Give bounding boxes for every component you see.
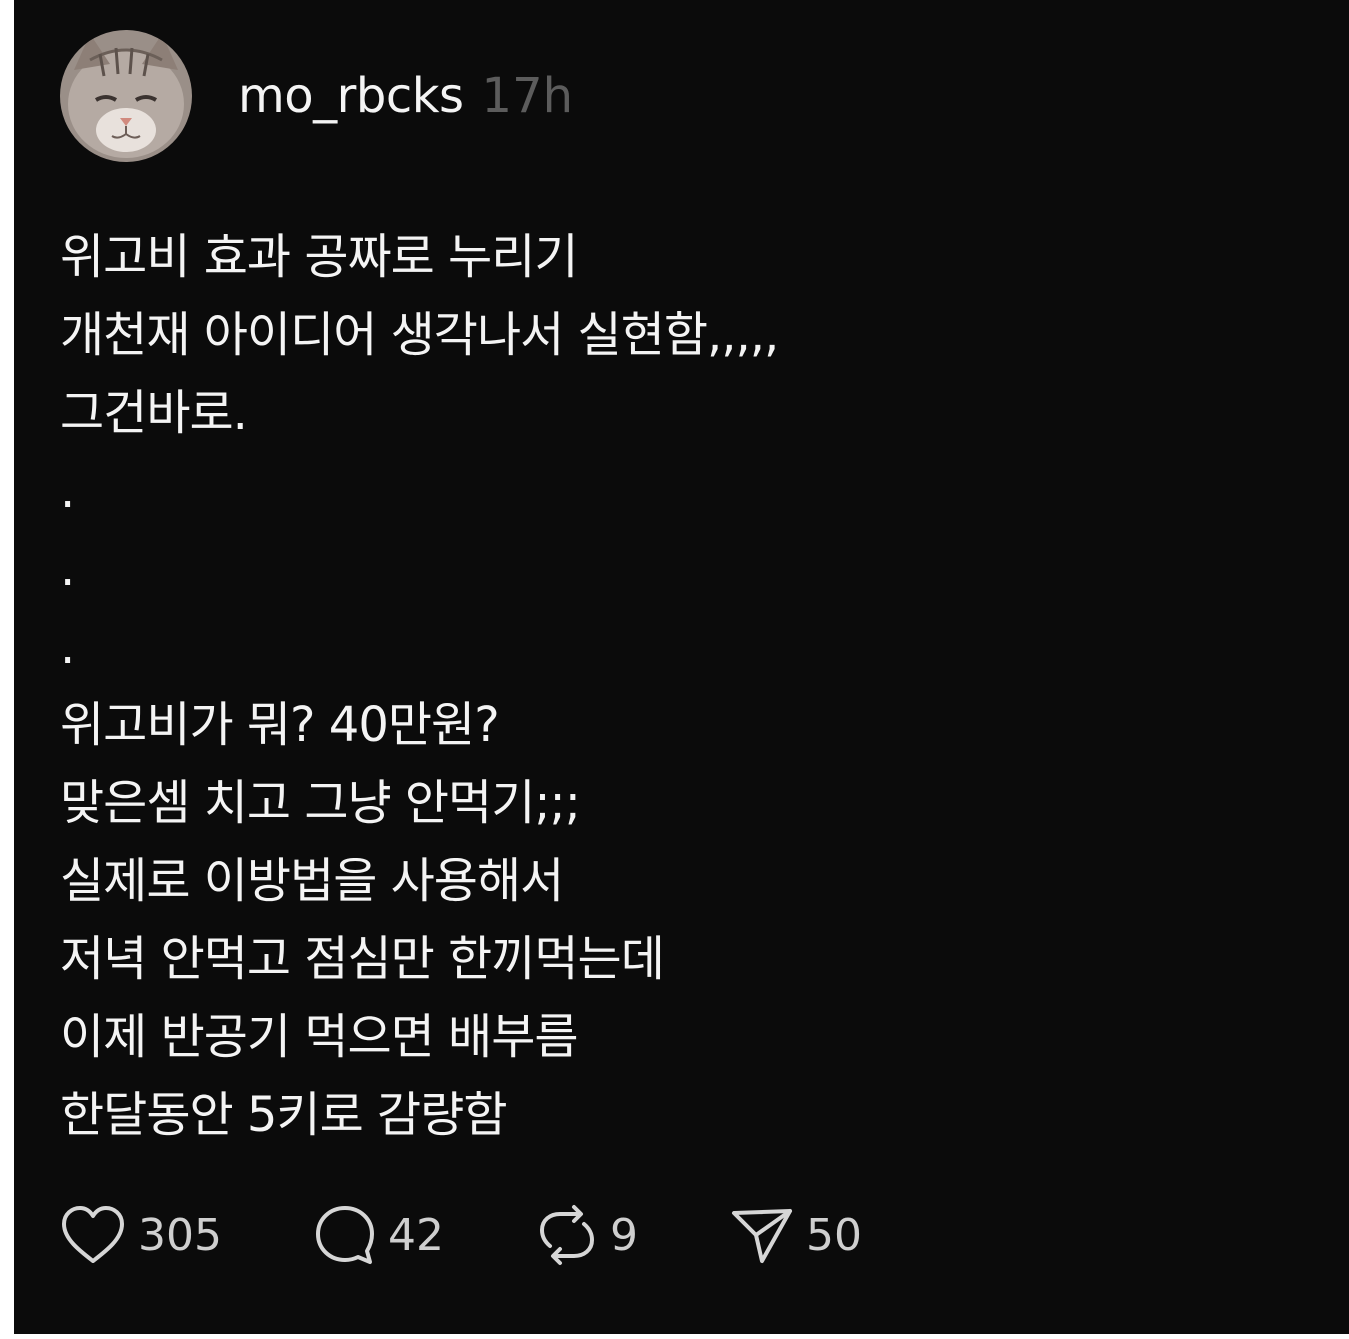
post-line: . bbox=[60, 463, 75, 519]
comment-bubble-icon bbox=[315, 1206, 374, 1264]
like-button[interactable]: 305 bbox=[60, 1205, 222, 1265]
repost-count: 9 bbox=[609, 1209, 638, 1261]
post-line: 위고비가 뭐? 40만원? bbox=[60, 697, 500, 753]
post-line: 맞은셈 치고 그냥 안먹기;;; bbox=[60, 775, 581, 831]
share-button[interactable]: 50 bbox=[730, 1205, 862, 1265]
repost-icon bbox=[539, 1205, 594, 1265]
post-line: 그건바로. bbox=[60, 385, 248, 441]
cat-avatar-image bbox=[60, 30, 192, 162]
repost-button[interactable]: 9 bbox=[536, 1204, 638, 1266]
post-line: 저녁 안먹고 점심만 한끼먹는데 bbox=[60, 931, 665, 987]
comment-count: 42 bbox=[387, 1209, 444, 1261]
share-count: 50 bbox=[805, 1209, 862, 1261]
username[interactable]: mo_rbcks bbox=[238, 68, 464, 124]
post-line: 위고비 효과 공짜로 누리기 bbox=[60, 229, 579, 285]
post-card: mo_rbcks 17h 위고비 효과 공짜로 누리기 개천재 아이디어 생각나… bbox=[14, 0, 1349, 1334]
post-line: 한달동안 5키로 감량함 bbox=[60, 1087, 508, 1143]
post-time: 17h bbox=[481, 68, 574, 124]
heart-icon bbox=[62, 1206, 124, 1263]
like-count: 305 bbox=[138, 1209, 222, 1261]
action-bar: 305 42 9 50 bbox=[60, 1204, 862, 1266]
post-line: 개천재 아이디어 생각나서 실현함,,,,, bbox=[60, 307, 779, 363]
post-header: mo_rbcks 17h bbox=[60, 30, 573, 162]
post-line: . bbox=[60, 541, 75, 597]
comment-button[interactable]: 42 bbox=[314, 1204, 444, 1266]
avatar[interactable] bbox=[60, 30, 192, 162]
post-body: 위고비 효과 공짜로 누리기 개천재 아이디어 생각나서 실현함,,,,, 그건… bbox=[60, 218, 1260, 1154]
post-line: 실제로 이방법을 사용해서 bbox=[60, 853, 564, 909]
post-line: . bbox=[60, 619, 75, 675]
post-line: 이제 반공기 먹으면 배부름 bbox=[60, 1009, 579, 1065]
send-icon bbox=[731, 1209, 792, 1263]
